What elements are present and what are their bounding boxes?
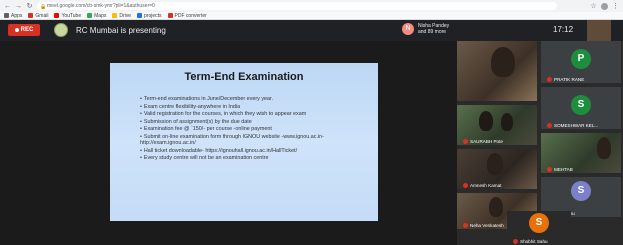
muted-mic-icon (463, 139, 468, 144)
lock-icon: 🔒 (40, 4, 47, 10)
muted-mic-icon (463, 223, 468, 228)
participant-tile-pratik[interactable]: P PRATIK RANE (541, 41, 621, 83)
forward-icon[interactable]: → (15, 3, 22, 10)
avatar: S (571, 181, 591, 201)
participant-figure (489, 197, 503, 217)
muted-mic-icon (547, 167, 552, 172)
participant-tile-someshwar[interactable]: S SOMESHWAR KEL... (541, 87, 621, 129)
participant-name: SAURABH Pote (470, 139, 503, 144)
participant-name: MEHTAB (554, 167, 573, 172)
bookmark-maps[interactable]: Maps (87, 13, 106, 19)
list-item: Exam centre flexibility-anywhere in Indi… (140, 104, 372, 110)
slide-bullets: Term-end examinations in June/December e… (140, 96, 372, 163)
meeting-clock: 17:12 (553, 25, 574, 34)
participant-tile-shobhit[interactable]: S Shobhit Sahu (507, 211, 571, 245)
participant-tile-amnesh[interactable]: Amnesh Kamat (457, 149, 537, 189)
pdf-icon (167, 13, 173, 18)
participant-name: Neha Venkatesh (470, 223, 504, 228)
participant-name: PRATIK RANE (554, 77, 585, 82)
reload-icon[interactable]: ↻ (26, 3, 33, 10)
presenting-label: RC Mumbai is presenting (76, 26, 166, 35)
joiner-count: and 89 more (418, 29, 447, 35)
apps-icon (4, 13, 9, 18)
avatar: S (571, 95, 591, 115)
join-notification: N Nisha Pandey and 89 more (402, 23, 449, 35)
bookmark-gmail[interactable]: Gmail (28, 13, 48, 19)
browser-address-bar: ← → ↻ 🔒 meet.google.com/cb-smk-ymr?pli=1… (0, 0, 623, 12)
list-item: Examination fee @ `150/- per course -onl… (140, 126, 372, 132)
youtube-icon (54, 13, 60, 18)
participant-video-main[interactable] (457, 41, 537, 101)
record-dot-icon (14, 28, 19, 32)
participant-name: SOMESHWAR KEL... (554, 123, 599, 128)
folder-icon (137, 13, 143, 18)
participant-name: Shobhit Sahu (520, 239, 548, 244)
presenter-logo (54, 23, 68, 37)
participant-figure (491, 47, 515, 77)
muted-mic-icon (547, 123, 552, 128)
participant-figure (597, 137, 611, 159)
presentation-stage: Term-End Examination Term-end examinatio… (0, 41, 457, 245)
avatar: P (571, 49, 591, 69)
participant-figure (487, 153, 503, 175)
participant-tile-saurabh[interactable]: SAURABH Pote (457, 105, 537, 145)
maps-icon (87, 13, 93, 18)
presentation-slide: Term-End Examination Term-end examinatio… (110, 63, 378, 221)
muted-mic-icon (463, 183, 468, 188)
participant-figure (479, 111, 493, 131)
star-icon[interactable]: ☆ (590, 3, 597, 10)
list-item: Every study centre will not be an examin… (140, 155, 372, 161)
list-item: Submit on-line examination form through … (140, 134, 372, 146)
bookmarks-bar: Apps Gmail YouTube Maps Drive projects P… (0, 12, 623, 20)
bookmark-pdf-converter[interactable]: PDF converter (167, 13, 207, 19)
list-item: Hall ticket downloadable- https://ignouh… (140, 148, 372, 154)
muted-mic-icon (547, 77, 552, 82)
muted-mic-icon (513, 239, 518, 244)
url-text: meet.google.com/cb-smk-ymr?pli=1&authuse… (47, 3, 155, 9)
bookmark-apps[interactable]: Apps (4, 13, 22, 19)
drive-icon (112, 13, 118, 18)
list-item: Submission of assignment(s) by the due d… (140, 119, 372, 125)
avatar: S (529, 213, 549, 233)
joiner-avatar: N (402, 23, 414, 35)
self-view-video[interactable] (587, 20, 611, 41)
bookmark-projects[interactable]: projects (137, 13, 162, 19)
participant-figure (501, 113, 513, 131)
participant-grid: P PRATIK RANE SAURABH Pote S SOMESHWAR K… (457, 41, 623, 245)
menu-icon[interactable]: ⋮ (612, 3, 619, 10)
bookmark-youtube[interactable]: YouTube (54, 13, 81, 19)
participant-name: Amnesh Kamat (470, 183, 502, 188)
meet-header: REC RC Mumbai is presenting N Nisha Pand… (0, 20, 623, 41)
url-field[interactable]: 🔒 meet.google.com/cb-smk-ymr?pli=1&authu… (37, 2, 557, 10)
list-item: Term-end examinations in June/December e… (140, 96, 372, 102)
bookmark-drive[interactable]: Drive (112, 13, 131, 19)
slide-title: Term-End Examination (184, 71, 304, 83)
participant-tile-mehtab[interactable]: MEHTAB (541, 133, 621, 173)
recording-badge: REC (8, 24, 40, 36)
back-icon[interactable]: ← (4, 3, 11, 10)
gmail-icon (28, 13, 34, 18)
profile-avatar[interactable] (601, 2, 608, 10)
list-item: Valid registration for the courses, in w… (140, 111, 372, 117)
